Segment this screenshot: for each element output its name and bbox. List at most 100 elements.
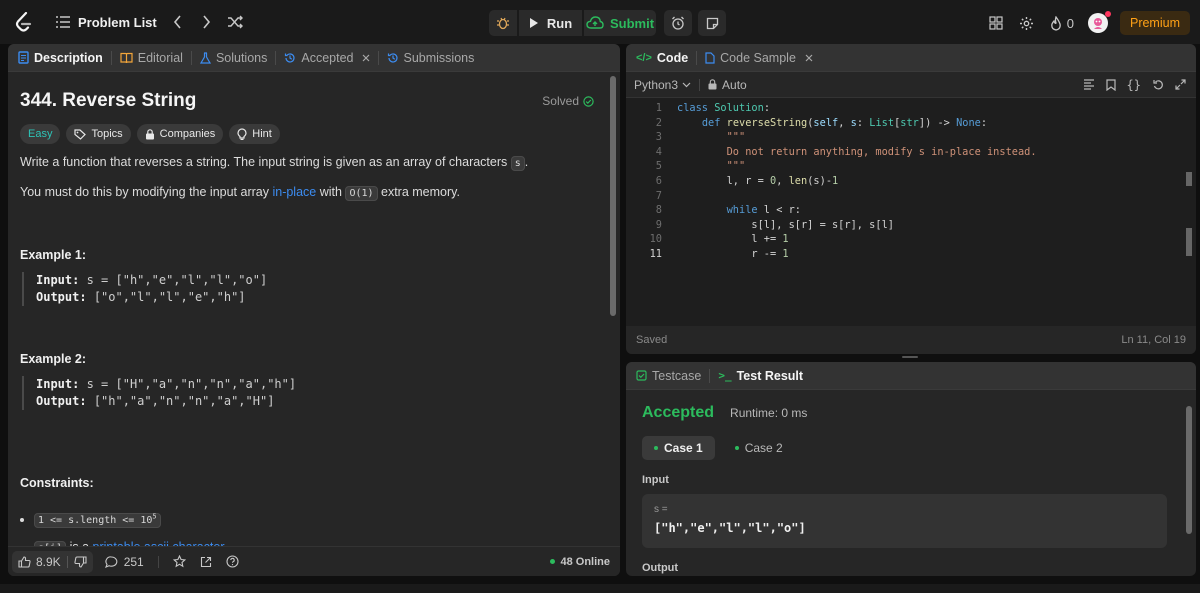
submit-button[interactable]: Submit [584,10,656,36]
help-icon[interactable] [226,555,239,568]
line-number: 10 [649,233,662,246]
problem-list-button[interactable]: Problem List [56,15,157,30]
run-button[interactable]: Run [519,10,582,36]
dislike-button[interactable] [68,555,93,568]
line-number: 11 [649,247,662,260]
like-button[interactable]: 8.9K [12,555,67,569]
tab-testcase[interactable]: Testcase [626,362,709,390]
star-icon[interactable] [172,555,186,568]
runtime: Runtime: 0 ms [730,406,808,420]
hint-tag[interactable]: Hint [229,124,280,144]
auto-mode-toggle[interactable]: Auto [708,78,747,92]
layout-grid-icon[interactable] [989,16,1003,30]
editor-scrollbar[interactable] [1186,172,1192,186]
variable-name: s = [654,504,668,515]
avatar[interactable] [1087,11,1111,33]
problem-title: 344. Reverse String [20,90,197,111]
companies-tag[interactable]: Companies [136,124,224,144]
tab-submissions[interactable]: Submissions [379,44,483,72]
code-panel: </> Code Code Sample Python3 Auto {} 1 cl… [626,44,1196,354]
result-scrollbar[interactable] [1186,406,1192,534]
check-circle-icon [583,95,594,107]
cursor-position: Ln 11, Col 19 [1121,334,1186,346]
problem-requirement: You must do this by modifying the input … [20,185,460,201]
code-text: Do not return anything, modify s in-plac… [726,145,1037,158]
panel-splitter[interactable] [902,356,918,358]
example-1: Example 1: Input: s = ["h","e","l","l","… [20,248,600,306]
line-number: 7 [655,189,662,202]
tag-icon [74,128,87,140]
difficulty-badge[interactable]: Easy [20,124,61,144]
tab-editorial[interactable]: Editorial [112,44,191,72]
code-text: r -= 1 [677,247,789,260]
code-line[interactable]: 5 """ [626,160,1196,175]
code-text: """ [726,131,746,144]
gear-icon[interactable] [1019,16,1034,31]
share-icon[interactable] [200,556,212,568]
solved-badge: Solved [542,94,594,108]
tab-description[interactable]: Description [8,44,111,72]
tab-solutions[interactable]: Solutions [192,44,275,72]
tab-accepted[interactable]: Accepted [276,44,377,72]
tab-code-sample[interactable]: Code Sample [697,44,821,72]
result-tabs: Testcase >_ Test Result [626,362,1196,390]
code-line[interactable]: 9 s[l], s[r] = s[r], s[l] [626,219,1196,234]
description-scrollbar[interactable] [610,76,616,316]
save-status: Saved [636,334,668,346]
braces-icon[interactable]: {} [1127,78,1141,92]
notification-dot [1104,11,1111,17]
comments-button[interactable]: 251 [104,555,144,569]
expand-icon[interactable] [1175,79,1186,90]
vote-group: 8.9K [12,550,93,573]
leetcode-logo-icon[interactable] [14,11,34,33]
chevron-left-icon[interactable] [173,15,183,29]
premium-button[interactable]: Premium [1119,11,1190,35]
online-dot [550,559,556,564]
tab-test-result[interactable]: >_ Test Result [710,362,811,390]
language-select[interactable]: Python3 [634,78,691,92]
tab-code[interactable]: </> Code [626,44,696,72]
line-number: 8 [655,204,662,217]
code-line[interactable]: 3 """ [626,131,1196,146]
history-icon [284,52,296,64]
code-line[interactable]: 6 l, r = 0, len(s)-1 [626,175,1196,190]
line-number: 6 [655,174,662,187]
format-icon[interactable] [1083,79,1095,90]
code-line[interactable]: 7 [626,190,1196,205]
notes-button[interactable] [698,10,726,36]
code-line[interactable]: 2 def reverseString(self, s: List[str]) … [626,117,1196,132]
close-icon[interactable] [805,54,813,62]
reset-icon[interactable] [1152,79,1164,91]
code-line[interactable]: 1 class Solution: [626,102,1196,117]
code-text: s[l], s[r] = s[r], s[l] [677,218,894,231]
lock-icon [145,128,155,140]
code-line[interactable]: 4 Do not return anything, modify s in-pl… [626,146,1196,161]
case-2-tab[interactable]: Case 2 [723,436,795,460]
code-tabs: </> Code Code Sample [626,44,1196,72]
in-place-link[interactable]: in-place [272,185,316,199]
line-number: 2 [655,116,662,129]
debug-button[interactable] [489,10,517,36]
bottom-bar [0,584,1200,593]
bug-icon [496,16,510,30]
comment-icon [104,555,118,568]
editor-toolbar: Python3 Auto {} [626,72,1196,98]
code-editor[interactable]: 1 class Solution: 2 def reverseString(self… [626,98,1196,324]
code-line[interactable]: 11 r -= 1 [626,248,1196,263]
description-footer: 8.9K 251 48 Online [8,546,620,576]
streak-counter[interactable]: 0 [1050,15,1074,31]
code-line[interactable]: 10 l += 1 [626,233,1196,248]
thumbs-up-icon [18,555,31,568]
document-icon [18,51,29,64]
close-icon[interactable] [362,54,370,62]
code-line[interactable]: 8 while l < r: [626,204,1196,219]
case-1-tab[interactable]: Case 1 [642,436,715,460]
shuffle-icon[interactable] [227,15,243,29]
topics-tag[interactable]: Topics [66,124,131,144]
bookmark-icon[interactable] [1105,78,1116,91]
timer-button[interactable] [664,10,692,36]
chevron-right-icon[interactable] [201,15,211,29]
lightbulb-icon [237,128,247,140]
editor-scrollbar[interactable] [1186,228,1192,256]
